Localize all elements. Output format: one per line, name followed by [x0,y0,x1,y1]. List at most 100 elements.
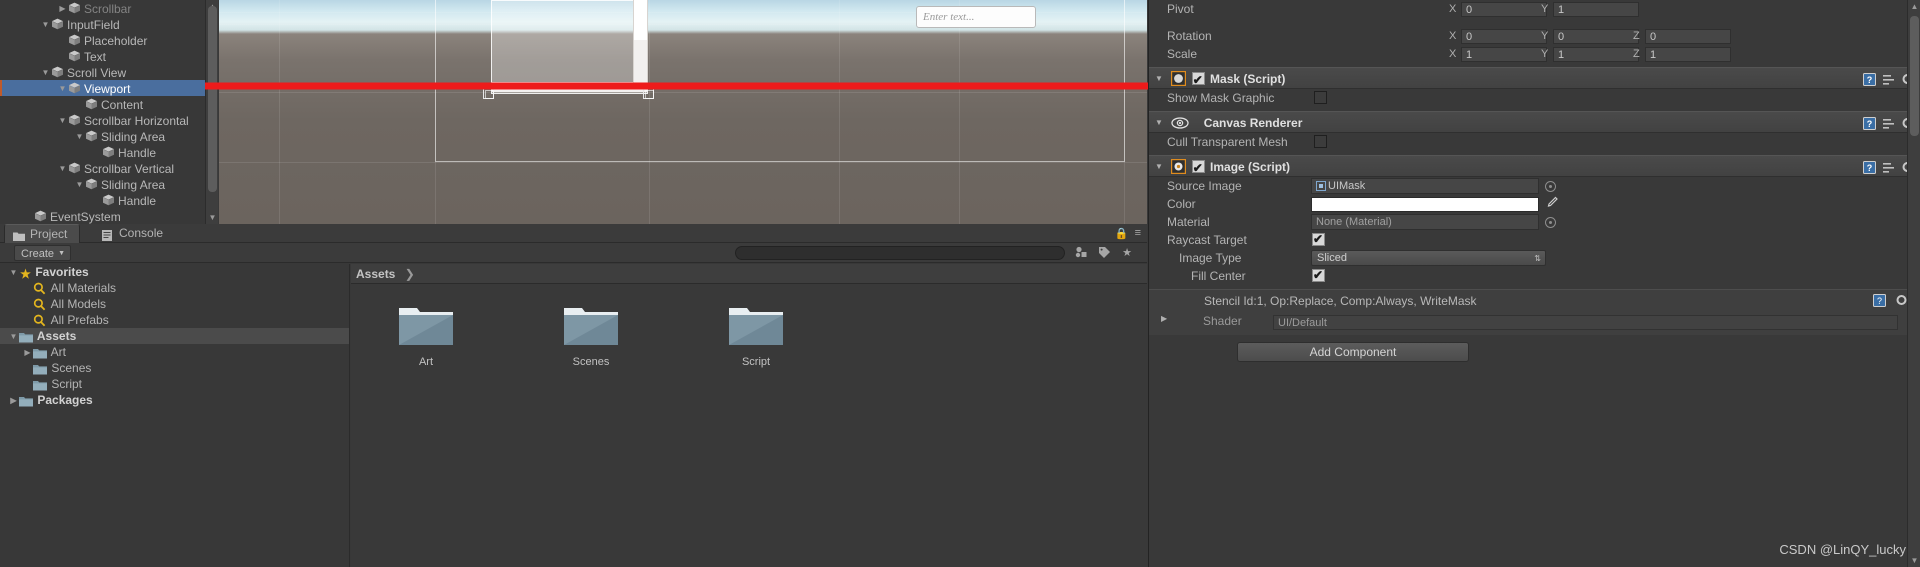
disclosure-triangle-icon[interactable]: ▼ [40,65,51,81]
search-input[interactable] [735,246,1065,260]
scale-y-input[interactable]: 1 [1553,47,1639,62]
hierarchy-item-inputfield[interactable]: ▼ InputField [0,16,218,32]
chevron-down-icon[interactable]: ▼ [1155,68,1168,90]
scene-view[interactable]: Enter text... [219,0,1147,224]
asset-item[interactable]: Art [371,302,481,368]
rect-handle-bottom-left[interactable] [483,88,494,99]
image-type-dropdown[interactable]: Sliced ⇅ [1311,250,1546,266]
filter-by-type-icon[interactable] [1072,246,1090,260]
hierarchy-item-scrollbar-vertical[interactable]: ▼ Scrollbar Vertical [0,160,218,176]
hierarchy-item-content[interactable]: ▶ Content [0,96,218,112]
disclosure-triangle-icon[interactable]: ▼ [74,177,85,193]
project-tree-item-scenes[interactable]: ▶ Scenes [0,360,349,376]
hierarchy-item-sliding-area[interactable]: ▼ Sliding Area [0,128,218,144]
pivot-x-input[interactable]: 0 [1461,2,1547,17]
disclosure-triangle-icon[interactable]: ▶ [91,145,102,161]
source-image-picker-icon[interactable] [1545,181,1556,192]
project-tree-item-art[interactable]: ▶ Art [0,344,349,360]
project-tree-item-favorites[interactable]: ▼ ★ Favorites [0,264,349,281]
hierarchy-item-viewport[interactable]: ▼ Viewport [0,80,218,96]
disclosure-triangle-icon[interactable]: ▶ [74,97,85,113]
fill-center-checkbox[interactable] [1312,266,1325,284]
pivot-y-input[interactable]: 1 [1553,2,1639,17]
lock-icon[interactable]: 🔒 [1115,227,1129,240]
breadcrumb-label[interactable]: Assets [356,267,395,281]
raycast-target-checkbox[interactable] [1312,230,1325,248]
hierarchy-item-eventsystem[interactable]: ▶ EventSystem [0,208,218,224]
hierarchy-item-sliding-area[interactable]: ▼ Sliding Area [0,176,218,192]
disclosure-triangle-icon[interactable]: ▶ [22,281,33,297]
project-tree-item-all-models[interactable]: ▶ All Models [0,296,349,312]
rotation-x-input[interactable]: 0 [1461,29,1547,44]
mask-enabled-checkbox[interactable] [1191,69,1205,91]
hierarchy-item-text[interactable]: ▶ Text [0,48,218,64]
project-tree-item-packages[interactable]: ▶ Packages [0,392,349,408]
add-component-button[interactable]: Add Component [1237,342,1469,362]
chevron-right-icon[interactable]: ▶ [1161,314,1167,323]
scroll-down-icon[interactable]: ▼ [206,211,218,224]
rect-handle-bottom-right[interactable] [643,88,654,99]
source-image-field[interactable]: UIMask [1311,178,1539,194]
disclosure-triangle-icon[interactable]: ▶ [22,377,33,393]
hierarchy-item-handle[interactable]: ▶ Handle [0,144,218,160]
disclosure-triangle-icon[interactable]: ▼ [8,265,19,281]
inspector-scrollbar[interactable]: ▲ ▼ [1907,0,1920,567]
color-swatch[interactable] [1311,197,1539,212]
create-button[interactable]: Create ▼ [14,245,72,261]
project-tree-item-script[interactable]: ▶ Script [0,376,349,392]
disclosure-triangle-icon[interactable]: ▶ [22,345,33,361]
project-tree-item-all-materials[interactable]: ▶ All Materials [0,280,349,296]
scroll-up-icon[interactable]: ▲ [1908,0,1920,13]
disclosure-triangle-icon[interactable]: ▼ [57,81,68,97]
hierarchy-item-scroll-view[interactable]: ▼ Scroll View [0,64,218,80]
rotation-y-input[interactable]: 0 [1553,29,1639,44]
scrollbar-thumb[interactable] [1910,16,1919,136]
component-header-image[interactable]: ▼ Image (Script) ? [1149,155,1920,179]
disclosure-triangle-icon[interactable]: ▶ [57,1,68,17]
filter-by-label-icon[interactable] [1095,246,1113,260]
rotation-z-input[interactable]: 0 [1645,29,1731,44]
hierarchy-item-scrollbar-horizontal[interactable]: ▼ Scrollbar Horizontal [0,112,218,128]
tab-console[interactable]: Console [94,224,175,243]
disclosure-triangle-icon[interactable]: ▶ [57,49,68,65]
scale-x-input[interactable]: 1 [1461,47,1547,62]
project-tree-item-all-prefabs[interactable]: ▶ All Prefabs [0,312,349,328]
disclosure-triangle-icon[interactable]: ▶ [8,393,19,409]
disclosure-triangle-icon[interactable]: ▶ [22,361,33,377]
asset-item[interactable]: Script [701,302,811,368]
help-icon[interactable]: ? [1873,294,1886,310]
material-picker-icon[interactable] [1545,217,1556,228]
component-header-mask[interactable]: ▼ Mask (Script) ? [1149,67,1920,91]
disclosure-triangle-icon[interactable]: ▼ [57,161,68,177]
scene-input-field[interactable]: Enter text... [916,6,1036,28]
chevron-down-icon[interactable]: ▼ [1155,156,1168,178]
material-field[interactable]: None (Material) [1311,214,1539,230]
scroll-down-icon[interactable]: ▼ [1908,554,1920,567]
asset-item[interactable]: Scenes [536,302,646,368]
disclosure-triangle-icon[interactable]: ▶ [23,209,34,224]
hierarchy-item-placeholder[interactable]: ▶ Placeholder [0,32,218,48]
disclosure-triangle-icon[interactable]: ▼ [57,113,68,129]
shader-value[interactable]: UI/Default [1273,315,1898,330]
project-tree-item-assets[interactable]: ▼ Assets [0,328,349,344]
disclosure-triangle-icon[interactable]: ▼ [74,129,85,145]
panel-options-icon[interactable]: ≡ [1135,227,1141,240]
favorite-star-icon[interactable]: ★ [1118,246,1136,260]
disclosure-triangle-icon[interactable]: ▶ [22,313,33,329]
hierarchy-item-scrollbar[interactable]: ▶ Scrollbar [0,0,218,16]
show-mask-graphic-checkbox[interactable] [1314,91,1327,104]
disclosure-triangle-icon[interactable]: ▶ [91,193,102,209]
image-enabled-checkbox[interactable] [1191,157,1205,179]
hierarchy-scrollbar[interactable]: ▲ ▼ [205,0,218,224]
chevron-down-icon[interactable]: ▼ [1155,112,1168,134]
disclosure-triangle-icon[interactable]: ▶ [22,297,33,313]
hierarchy-item-handle[interactable]: ▶ Handle [0,192,218,208]
scrollbar-thumb[interactable] [208,6,217,192]
scale-z-input[interactable]: 1 [1645,47,1731,62]
cull-transparent-mesh-checkbox[interactable] [1314,135,1327,148]
disclosure-triangle-icon[interactable]: ▶ [57,33,68,49]
disclosure-triangle-icon[interactable]: ▼ [8,329,19,345]
disclosure-triangle-icon[interactable]: ▼ [40,17,51,33]
viewport-selection-rect[interactable] [491,0,648,94]
tab-project[interactable]: Project [4,224,81,243]
